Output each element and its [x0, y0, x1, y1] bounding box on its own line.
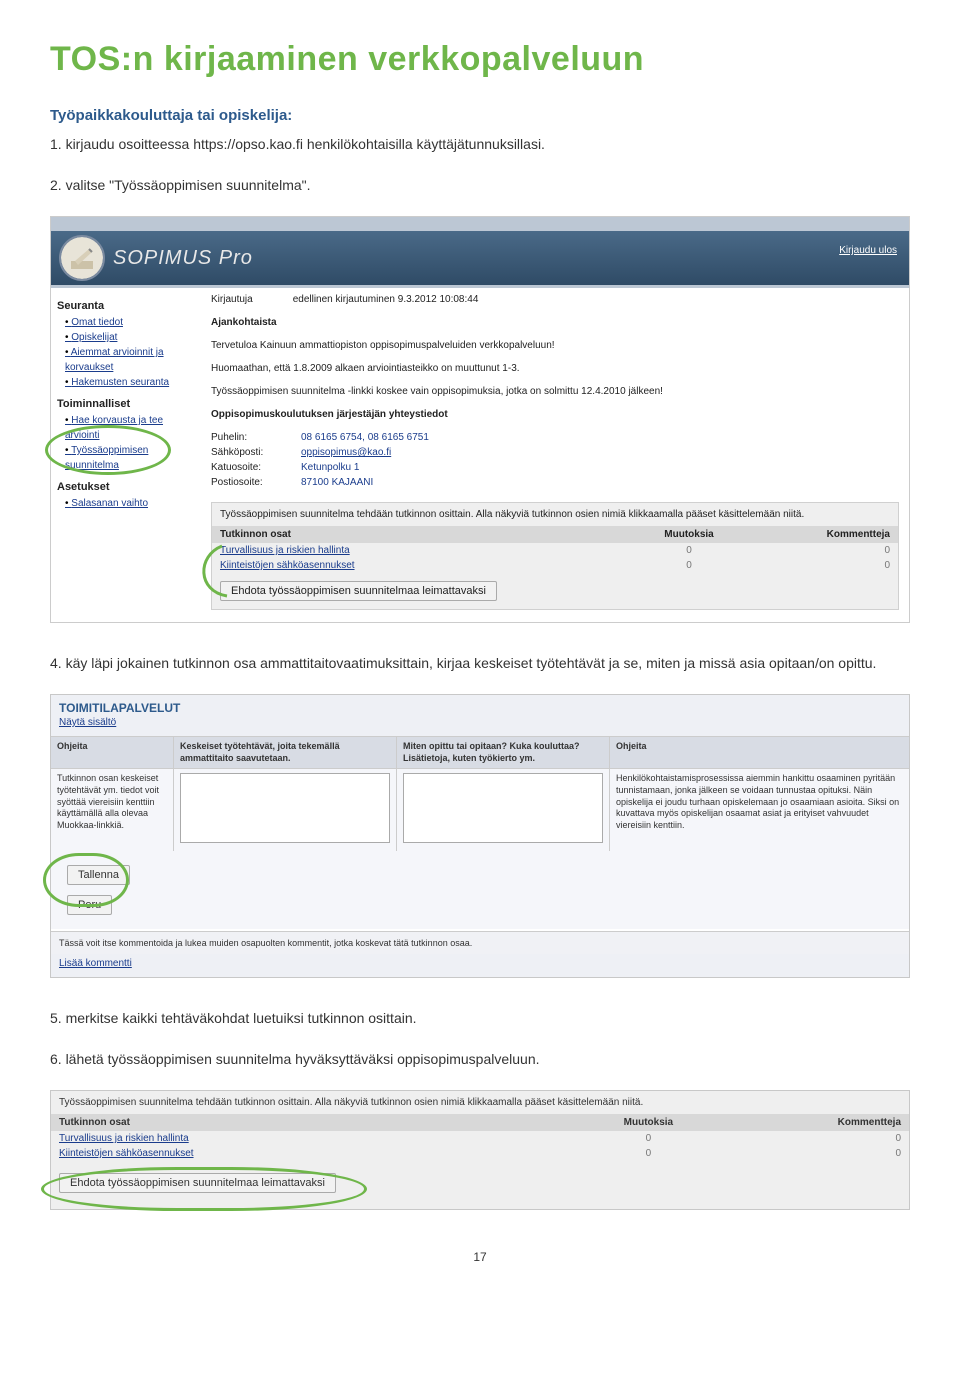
screenshot-form: TOIMITILAPALVELUT Näytä sisältö Ohjeita … — [50, 694, 910, 978]
screenshot-app: SOPIMUS Pro Kirjaudu ulos Seuranta Omat … — [50, 216, 910, 623]
propose-button[interactable]: Ehdota työssäoppimisen suunnitelmaa leim… — [220, 581, 497, 601]
sidebar: Seuranta Omat tiedot Opiskelijat Aiemmat… — [51, 288, 203, 622]
screenshot-table2: Työssäoppimisen suunnitelma tehdään tutk… — [50, 1090, 910, 1210]
sidebar-head-asetukset: Asetukset — [57, 481, 197, 493]
step-5: 5. merkitse kaikki tehtäväkohdat luetuik… — [50, 1008, 910, 1029]
login-prev: edellinen kirjautuminen 9.3.2012 10:08:4… — [293, 294, 479, 305]
sidebar-item-suunnitelma[interactable]: Työssäoppimisen suunnitelma — [65, 443, 197, 473]
step-6: 6. lähetä työssäoppimisen suunnitelma hy… — [50, 1049, 910, 1070]
sidebar-item-opiskelijat[interactable]: Opiskelijat — [65, 330, 197, 345]
s2-title: TOIMITILAPALVELUT — [51, 695, 909, 717]
s3-propose-button[interactable]: Ehdota työssäoppimisen suunnitelmaa leim… — [59, 1173, 336, 1193]
add-comment-link[interactable]: Lisää kommentti — [51, 954, 140, 977]
phone-label: Puhelin: — [211, 430, 301, 445]
s2-hint4: Henkilökohtaistamisprosessissa aiemmin h… — [610, 769, 909, 851]
notice2-text: Työssäoppimisen suunnitelma -linkki kosk… — [211, 384, 899, 399]
s2-show-link[interactable]: Näytä sisältö — [51, 717, 124, 736]
table-intro: Työssäoppimisen suunnitelma tehdään tutk… — [212, 503, 898, 526]
tr2-c3: 0 — [756, 560, 890, 571]
s3-r2[interactable]: Kiinteistöjen sähköasennukset — [59, 1148, 564, 1159]
page-title: TOS:n kirjaaminen verkkopalveluun — [50, 40, 910, 79]
s3-r1c2: 0 — [564, 1133, 732, 1144]
logout-link[interactable]: Kirjaudu ulos — [839, 245, 897, 256]
page-number: 17 — [50, 1250, 910, 1264]
app-main: Kirjautuja edellinen kirjautuminen 9.3.2… — [203, 288, 909, 622]
s3-r2c3: 0 — [733, 1148, 901, 1159]
app-name: SOPIMUS Pro — [113, 247, 253, 270]
sidebar-item-hae[interactable]: Hae korvausta ja tee arviointi — [65, 413, 197, 443]
th-comments: Kommentteja — [756, 529, 890, 540]
th-parts: Tutkinnon osat — [220, 529, 622, 540]
parts-table: Työssäoppimisen suunnitelma tehdään tutk… — [211, 502, 899, 610]
subheading: Työpaikkakouluttaja tai opiskelija: — [50, 107, 910, 124]
s3-r1[interactable]: Turvallisuus ja riskien hallinta — [59, 1133, 564, 1144]
s2-h4: Ohjeita — [610, 737, 909, 768]
step-1: 1. kirjaudu osoitteessa https://opso.kao… — [50, 134, 910, 155]
addr-label: Katuosoite: — [211, 460, 301, 475]
s2-h3: Miten opittu tai opitaan? Kuka kouluttaa… — [397, 737, 610, 768]
sidebar-item-aiemmat[interactable]: Aiemmat arvioinnit ja korvaukset — [65, 345, 197, 375]
s2-comment-text: Tässä voit itse kommentoida ja lukea mui… — [51, 931, 909, 954]
s3-r2c2: 0 — [564, 1148, 732, 1159]
email-label: Sähköposti: — [211, 445, 301, 460]
s2-h1: Ohjeita — [51, 737, 174, 768]
welcome-text: Tervetuloa Kainuun ammattiopiston oppiso… — [211, 338, 899, 353]
sidebar-item-hakemusten[interactable]: Hakemusten seuranta — [65, 375, 197, 390]
sidebar-item-omat[interactable]: Omat tiedot — [65, 315, 197, 330]
section-title: Ajankohtaista — [211, 317, 277, 328]
s3-intro: Työssäoppimisen suunnitelma tehdään tutk… — [51, 1091, 909, 1114]
s2-textarea-1[interactable] — [180, 773, 390, 843]
tr1-c2: 0 — [622, 545, 756, 556]
s3-r1c3: 0 — [733, 1133, 901, 1144]
email-value[interactable]: oppisopimus@kao.fi — [301, 445, 391, 460]
s2-hint1: Tutkinnon osan keskeiset työtehtävät ym.… — [51, 769, 174, 851]
addr-value: Ketunpolku 1 — [301, 460, 359, 475]
s3-th1: Tutkinnon osat — [59, 1117, 564, 1128]
app-banner: SOPIMUS Pro Kirjaudu ulos — [51, 231, 909, 285]
s3-th2: Muutoksia — [564, 1117, 732, 1128]
post-label: Postiosoite: — [211, 475, 301, 490]
tr2-c2: 0 — [622, 560, 756, 571]
curve-arrow — [192, 541, 232, 601]
cancel-button[interactable]: Peru — [67, 895, 112, 915]
tr1-c3: 0 — [756, 545, 890, 556]
tr2-name[interactable]: Kiinteistöjen sähköasennukset — [220, 560, 622, 571]
save-button[interactable]: Tallenna — [67, 865, 130, 885]
sidebar-head-toiminnalliset: Toiminnalliset — [57, 398, 197, 410]
phone-value: 08 6165 6754, 08 6165 6751 — [301, 430, 429, 445]
post-value: 87100 KAJAANI — [301, 475, 373, 490]
s2-h2: Keskeiset työtehtävät, joita tekemällä a… — [174, 737, 397, 768]
tr1-name[interactable]: Turvallisuus ja riskien hallinta — [220, 545, 622, 556]
s2-textarea-2[interactable] — [403, 773, 603, 843]
sidebar-head-seuranta: Seuranta — [57, 300, 197, 312]
notice-text: Huomaathan, että 1.8.2009 alkaen arvioin… — [211, 361, 899, 376]
sidebar-item-salasana[interactable]: Salasanan vaihto — [65, 496, 197, 511]
login-label: Kirjautuja — [211, 294, 253, 305]
step-2: 2. valitse "Työssäoppimisen suunnitelma"… — [50, 175, 910, 196]
th-changes: Muutoksia — [622, 529, 756, 540]
s3-th3: Kommentteja — [733, 1117, 901, 1128]
contact-title: Oppisopimuskoulutuksen järjestäjän yhtey… — [211, 409, 448, 420]
step-4: 4. käy läpi jokainen tutkinnon osa ammat… — [50, 653, 910, 674]
app-logo — [61, 237, 103, 279]
